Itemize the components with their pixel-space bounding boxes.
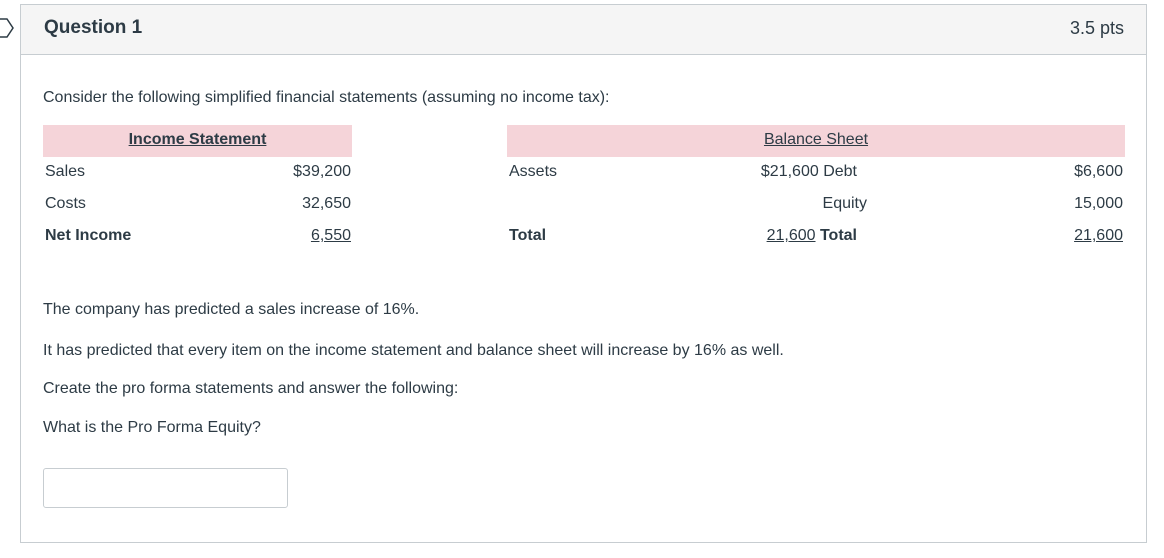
question-title: Question 1	[44, 17, 143, 38]
income-statement-header: Income Statement	[128, 131, 267, 148]
question-header: Question 1 3.5 pts	[21, 5, 1146, 55]
question-paragraph-4: What is the Pro Forma Equity?	[43, 419, 261, 436]
debt-value: $6,600	[1074, 163, 1123, 180]
total-value: 21,600	[1074, 227, 1123, 244]
net-income-label: Net Income	[45, 227, 132, 244]
costs-value: 32,650	[302, 195, 351, 212]
question-paragraph-2: It has predicted that every item on the …	[43, 342, 784, 359]
question-paragraph-3: Create the pro forma statements and answ…	[43, 380, 459, 397]
debt-label: Debt	[823, 163, 857, 180]
costs-label: Costs	[45, 195, 86, 212]
total-assets-cell: 21,600 Total	[661, 227, 857, 245]
total-assets-value: 21,600	[766, 227, 816, 244]
equity-label: Equity	[822, 195, 867, 212]
sales-value: $39,200	[293, 163, 351, 180]
net-income-value: 6,550	[310, 227, 351, 244]
sales-label: Sales	[45, 163, 86, 180]
question-points: 3.5 pts	[1069, 18, 1124, 38]
total-right-label: Total	[819, 227, 857, 244]
question-intro: Consider the following simplified financ…	[43, 89, 610, 106]
equity-value: 15,000	[1074, 195, 1123, 212]
question-card: Question 1 3.5 pts Consider the followin…	[20, 4, 1147, 543]
balance-sheet-header: Balance Sheet	[763, 131, 869, 148]
question-flag-icon[interactable]	[0, 18, 14, 38]
question-paragraph-1: The company has predicted a sales increa…	[43, 301, 420, 318]
total-label: Total	[509, 227, 547, 244]
assets-value: $21,600	[760, 163, 819, 180]
assets-label: Assets	[509, 163, 558, 180]
assets-debt-cell: $21,600 Debt	[661, 163, 857, 181]
answer-input[interactable]	[43, 468, 288, 508]
